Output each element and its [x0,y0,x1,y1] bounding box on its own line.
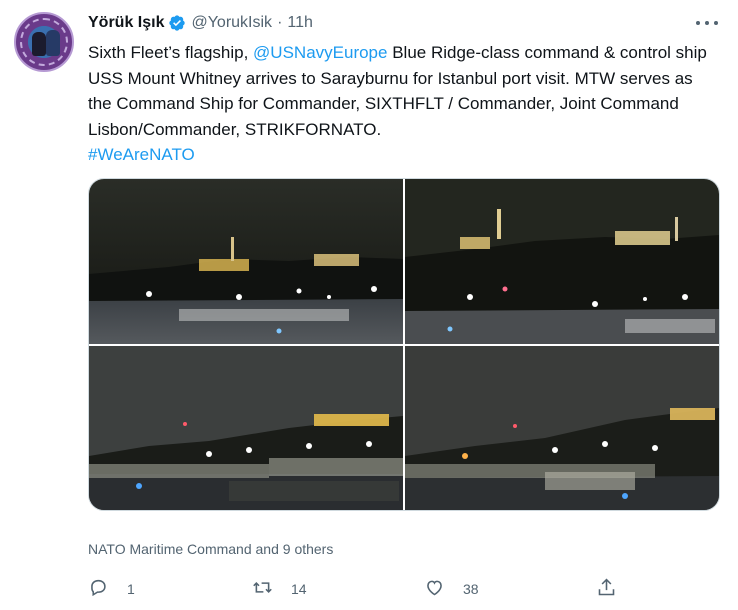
tweet-photo[interactable] [89,346,403,510]
tweet-text-part: Sixth Fleet’s flagship, [88,43,254,62]
like-button[interactable]: 38 [424,577,479,601]
retweet-icon [252,577,273,601]
mention-link[interactable]: @USNavyEurope [253,43,387,62]
author-handle[interactable]: @YorukIsik [191,14,272,32]
more-icon[interactable] [696,14,718,32]
tweet-text: Sixth Fleet’s flagship, @USNavyEurope Bl… [88,40,718,168]
reply-count: 1 [127,581,135,597]
tweet-photo[interactable] [89,179,403,344]
share-button[interactable] [596,577,617,601]
separator-dot: · [277,14,283,31]
retweet-button[interactable]: 14 [252,577,307,601]
hashtag-link[interactable]: #WeAreNATO [88,145,195,164]
tweet-photo[interactable] [405,346,719,510]
avatar-figure [32,32,46,56]
media-grid [88,178,720,511]
share-icon [596,577,617,601]
liked-by-text[interactable]: NATO Maritime Command and 9 others [88,541,333,557]
tweet-timestamp[interactable]: 11h [287,14,313,32]
verified-badge-icon [168,14,186,32]
reply-button[interactable]: 1 [88,577,135,601]
reply-icon [88,577,109,601]
retweet-count: 14 [291,581,307,597]
avatar-figure [46,30,60,56]
author-name[interactable]: Yörük Işık [88,14,164,32]
author-avatar[interactable] [14,12,74,72]
tweet-header: Yörük Işık @YorukIsik · 11h [88,11,313,35]
action-bar: 1 14 38 [88,577,628,601]
like-icon [424,577,445,601]
tweet-photo[interactable] [405,179,719,344]
like-count: 38 [463,581,479,597]
